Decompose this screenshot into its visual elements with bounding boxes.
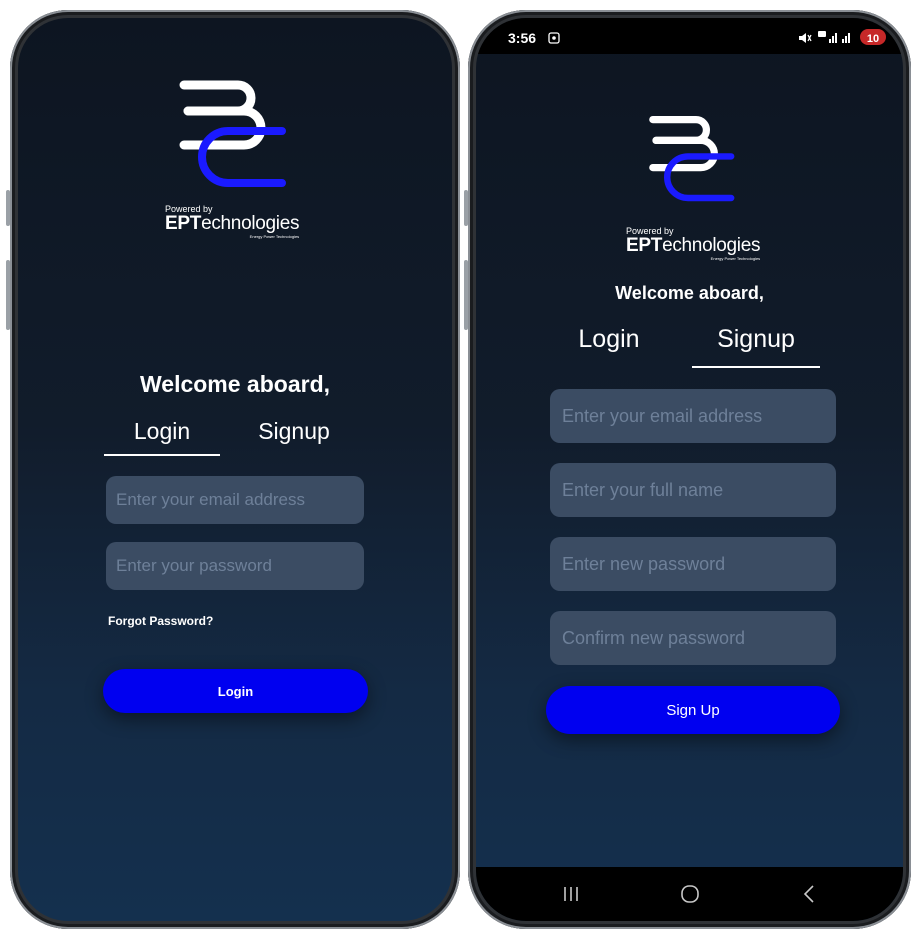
brand-rest: echnologies [201, 213, 300, 234]
email-input-right[interactable] [550, 389, 836, 443]
brand-tagline-right: Energy Power Technologies [710, 256, 761, 261]
logo-icon [179, 80, 286, 187]
battery-icon: 10 [860, 29, 886, 45]
brand-bold-right: EPT [626, 235, 663, 256]
right-screen: 3:56 10 Powered by EPTechnologies Energy… [476, 18, 903, 921]
left-screen: Powered by EPTechnologies Energy Power T… [18, 18, 452, 921]
status-time: 3:56 [508, 30, 537, 46]
new-password-input[interactable] [550, 537, 836, 591]
fullname-input[interactable] [550, 463, 836, 517]
signal-icon [818, 31, 850, 43]
screenshot-icon [548, 32, 560, 44]
signup-button[interactable]: Sign Up [546, 686, 840, 734]
tab-login-underline [104, 454, 220, 456]
powered-by-brand-right: Powered by EPTechnologies Energy Power T… [626, 226, 760, 261]
tab-signup[interactable]: Signup [236, 418, 352, 445]
forgot-password-link[interactable]: Forgot Password? [108, 614, 213, 628]
powered-by-brand: Powered by EPTechnologies Energy Power T… [165, 204, 299, 239]
tab-signup-right[interactable]: Signup [692, 325, 820, 354]
volume-button-right [464, 190, 468, 226]
tab-login[interactable]: Login [104, 418, 220, 445]
brand-rest-right: echnologies [662, 235, 761, 256]
battery-level: 10 [866, 33, 880, 45]
confirm-password-input[interactable] [550, 611, 836, 665]
recents-icon[interactable] [562, 885, 580, 903]
tab-signup-underline [692, 366, 820, 368]
welcome-heading-right: Welcome aboard, [615, 283, 764, 303]
power-button-right [464, 260, 468, 330]
login-button[interactable]: Login [103, 669, 368, 713]
tab-login-right[interactable]: Login [554, 325, 664, 354]
brand-tagline: Energy Power Technologies [249, 234, 300, 239]
right-phone-frame: 3:56 10 Powered by EPTechnologies Energy… [464, 10, 911, 929]
brand-bold: EPT [165, 213, 202, 234]
back-icon[interactable] [802, 884, 816, 904]
home-icon[interactable] [680, 884, 700, 904]
left-phone-frame: Powered by EPTechnologies Energy Power T… [6, 10, 460, 929]
logo-icon-right [649, 116, 735, 202]
android-nav-bar [476, 867, 903, 921]
volume-button [6, 190, 10, 226]
power-button [6, 260, 10, 330]
mute-icon [799, 33, 812, 43]
status-bar: 3:56 10 [476, 18, 903, 54]
password-input[interactable] [106, 542, 364, 590]
email-input[interactable] [106, 476, 364, 524]
welcome-heading: Welcome aboard, [139, 371, 331, 397]
